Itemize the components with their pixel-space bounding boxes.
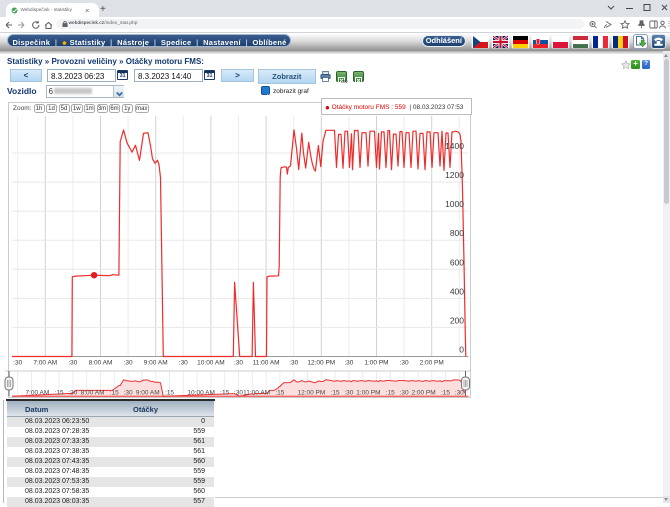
svg-text::30: :30	[124, 390, 133, 397]
svg-text::30: :30	[344, 390, 353, 397]
svg-text:8:00 AM: 8:00 AM	[81, 390, 105, 397]
svg-text:7:00 AM: 7:00 AM	[25, 390, 49, 397]
svg-text:2:00 PM: 2:00 PM	[420, 360, 444, 367]
svg-text::30: :30	[124, 360, 133, 367]
svg-text::15: :15	[220, 390, 229, 397]
svg-text::30: :30	[344, 360, 353, 367]
svg-text::30: :30	[400, 390, 409, 397]
svg-text:400: 400	[450, 286, 464, 296]
svg-text::30: :30	[13, 360, 22, 367]
svg-text:200: 200	[450, 315, 464, 325]
svg-text:1000: 1000	[445, 199, 464, 209]
svg-text:11:00 AM: 11:00 AM	[243, 390, 270, 397]
svg-text::15: :15	[441, 390, 450, 397]
svg-text:10:00 AM: 10:00 AM	[197, 360, 224, 367]
svg-text::15: :15	[275, 390, 284, 397]
svg-text:2:00 PM: 2:00 PM	[411, 390, 435, 397]
svg-text:9:00 AM: 9:00 AM	[144, 360, 168, 367]
svg-text:1:00 PM: 1:00 PM	[364, 360, 388, 367]
svg-text::30: :30	[234, 390, 243, 397]
svg-text:10:00 AM: 10:00 AM	[187, 390, 214, 397]
svg-text:600: 600	[450, 257, 464, 267]
svg-text::30: :30	[68, 390, 77, 397]
svg-text::30: :30	[455, 390, 464, 397]
svg-text::30: :30	[234, 360, 243, 367]
svg-text:0: 0	[459, 345, 464, 355]
svg-text:1400: 1400	[445, 141, 464, 151]
svg-text::30: :30	[179, 360, 188, 367]
svg-text::30: :30	[400, 360, 409, 367]
svg-text:12:00 PM: 12:00 PM	[297, 390, 325, 397]
svg-text::30: :30	[289, 360, 298, 367]
svg-text:12:00 PM: 12:00 PM	[307, 360, 335, 367]
svg-text:7:00 AM: 7:00 AM	[33, 360, 57, 367]
svg-text::15: :15	[386, 390, 395, 397]
svg-text:800: 800	[450, 228, 464, 238]
svg-text::15: :15	[110, 390, 119, 397]
svg-text:9:00 AM: 9:00 AM	[136, 390, 160, 397]
svg-text:1200: 1200	[445, 170, 464, 180]
svg-text::30: :30	[68, 360, 77, 367]
svg-text:11:00 AM: 11:00 AM	[253, 360, 280, 367]
svg-text::15: :15	[55, 390, 64, 397]
svg-text:1:00 PM: 1:00 PM	[356, 390, 380, 397]
svg-text::15: :15	[165, 390, 174, 397]
svg-text::15: :15	[331, 390, 340, 397]
svg-text:8:00 AM: 8:00 AM	[89, 360, 113, 367]
